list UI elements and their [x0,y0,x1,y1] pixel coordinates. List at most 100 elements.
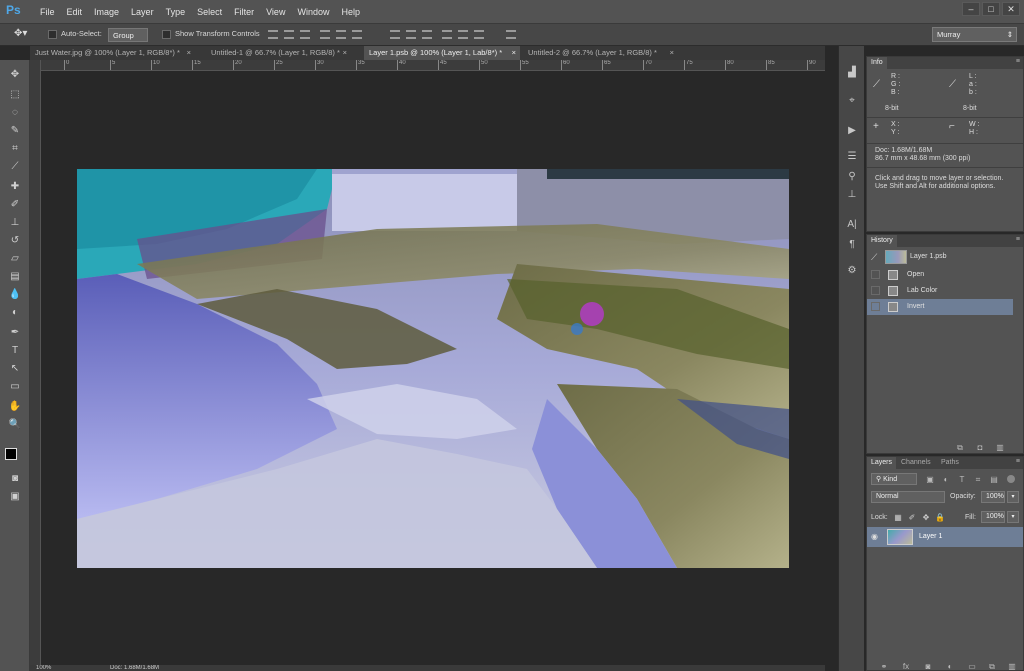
workspace-dropdown[interactable]: Murray ⇕ [932,27,1017,42]
tab-channels[interactable]: Channels [897,457,935,469]
camera-snapshot-icon[interactable]: ◘ [975,443,985,452]
opacity-slider-toggle[interactable]: ▾ [1007,491,1019,503]
menu-type[interactable]: Type [160,0,192,24]
snapshot-label[interactable]: Layer 1.psb [910,253,947,260]
quick-mask-icon[interactable]: ◙ [8,472,22,486]
character-icon[interactable]: A| [844,218,860,232]
document-image[interactable] [77,169,789,568]
zoom-level[interactable]: 100% [36,665,51,671]
maximize-button[interactable]: □ [982,2,1000,16]
fill-slider-toggle[interactable]: ▾ [1007,511,1019,523]
filter-kind-dropdown[interactable]: ⚲ Kind [871,473,917,485]
auto-select-dropdown[interactable]: Group [108,28,148,42]
lock-position-icon[interactable]: ✥ [921,513,931,523]
menu-help[interactable]: Help [335,0,366,24]
dodge-tool-icon[interactable]: ◐ [8,306,22,320]
history-step[interactable]: Open [867,267,1013,283]
marquee-tool-icon[interactable]: ⬚ [8,88,22,102]
snapshot-thumbnail[interactable] [885,250,907,264]
path-select-tool-icon[interactable]: ↖ [8,362,22,376]
align-bottom-icon[interactable] [300,30,310,39]
filter-type-icon[interactable]: T [957,475,967,484]
tab-untitled-2[interactable]: Untitled-2 @ 66.7% (Layer 1, RGB/8) * × [523,46,678,60]
foreground-color-swatch[interactable] [5,448,17,460]
eyedropper-icon[interactable]: ⟋ [949,79,956,90]
history-brush-source-icon[interactable]: ⟋ [871,252,881,262]
history-step[interactable]: Lab Color [867,283,1013,299]
brush-tool-icon[interactable]: ✐ [8,198,22,212]
history-step[interactable]: Invert [867,299,1013,315]
type-tool-icon[interactable]: T [8,344,22,358]
screen-mode-icon[interactable]: ▣ [8,490,22,504]
align-top-icon[interactable] [268,30,278,39]
gradient-tool-icon[interactable]: ▤ [8,270,22,284]
new-layer-icon[interactable]: ⧉ [987,662,997,671]
add-mask-icon[interactable]: ◙ [923,662,933,671]
layer-style-icon[interactable]: fx [901,662,911,671]
quick-select-tool-icon[interactable]: ✎ [8,124,22,138]
layer-name[interactable]: Layer 1 [919,533,942,540]
panel-menu-icon[interactable]: ≡ [1016,58,1020,65]
tab-history[interactable]: History [867,235,897,247]
auto-select-checkbox[interactable] [48,30,57,39]
menu-file[interactable]: File [34,0,61,24]
lock-image-icon[interactable]: ✐ [907,513,917,523]
tab-just-water[interactable]: Just Water.jpg @ 100% (Layer 1, RGB/8*) … [30,46,195,60]
history-brush-tool-icon[interactable]: ↺ [8,234,22,248]
blur-tool-icon[interactable]: 💧 [8,288,22,302]
eyedropper-tool-icon[interactable]: ⟋ [8,160,22,174]
trash-icon[interactable]: ▥ [995,443,1005,452]
new-group-icon[interactable]: ▭ [967,662,977,671]
history-step-checkbox[interactable] [871,270,880,279]
shape-tool-icon[interactable]: ▭ [8,380,22,394]
distribute-left-icon[interactable] [442,30,452,39]
adjustments-icon[interactable]: ☰ [844,150,860,164]
menu-select[interactable]: Select [191,0,228,24]
history-step-checkbox[interactable] [871,286,880,295]
distribute-bottom-icon[interactable] [422,30,432,39]
tab-untitled-1[interactable]: Untitled-1 @ 66.7% (Layer 1, RGB/8) * × [206,46,351,60]
navigator-icon[interactable]: ⌖ [844,94,860,108]
auto-align-icon[interactable] [506,30,516,39]
clone-source-icon[interactable]: ⊥ [844,188,860,202]
link-layers-icon[interactable]: ⚭ [879,662,889,671]
zoom-tool-icon[interactable]: 🔍 [8,418,22,432]
blend-mode-dropdown[interactable]: Normal [871,491,945,503]
menu-view[interactable]: View [260,0,291,24]
filter-pixel-icon[interactable]: ▣ [925,475,935,484]
trash-icon[interactable]: ▥ [1007,662,1017,671]
filter-adjustment-icon[interactable]: ◐ [941,475,951,484]
menu-layer[interactable]: Layer [125,0,160,24]
brush-presets-icon[interactable]: ⚲ [844,170,860,184]
status-doc-size[interactable]: Doc: 1.68M/1.68M [110,665,159,671]
pen-tool-icon[interactable]: ✒ [8,326,22,340]
tab-layer-1-psb[interactable]: Layer 1.psb @ 100% (Layer 1, Lab/8*) * × [364,46,520,60]
filter-shape-icon[interactable]: ⌗ [973,475,983,484]
align-hcenter-icon[interactable] [336,30,346,39]
menu-window[interactable]: Window [291,0,335,24]
lock-all-icon[interactable]: 🔒 [935,513,945,523]
distribute-top-icon[interactable] [390,30,400,39]
menu-filter[interactable]: Filter [228,0,260,24]
eyedropper-icon[interactable]: ⟋ [873,79,880,90]
clone-stamp-tool-icon[interactable]: ⊥ [8,216,22,230]
distribute-hcenter-icon[interactable] [458,30,468,39]
move-tool-icon[interactable]: ✥ [8,68,22,82]
layer-row[interactable]: ◉ Layer 1 [867,527,1023,547]
histogram-icon[interactable]: ▟ [844,66,860,80]
panel-menu-icon[interactable]: ≡ [1016,458,1020,465]
filter-smart-object-icon[interactable]: ▤ [989,475,999,484]
filter-toggle-icon[interactable] [1007,475,1015,483]
menu-edit[interactable]: Edit [61,0,89,24]
actions-play-icon[interactable]: ▶ [844,124,860,138]
layer-thumbnail[interactable] [887,529,913,545]
menu-image[interactable]: Image [88,0,125,24]
crop-tool-icon[interactable]: ⌗ [8,142,22,156]
tab-info[interactable]: Info [867,57,887,69]
styles-icon[interactable]: ⚙ [844,264,860,278]
paragraph-icon[interactable]: ¶ [844,238,860,252]
close-icon[interactable]: × [670,46,674,60]
align-right-icon[interactable] [352,30,362,39]
lock-transparency-icon[interactable]: ▦ [893,513,903,523]
align-left-icon[interactable] [320,30,330,39]
